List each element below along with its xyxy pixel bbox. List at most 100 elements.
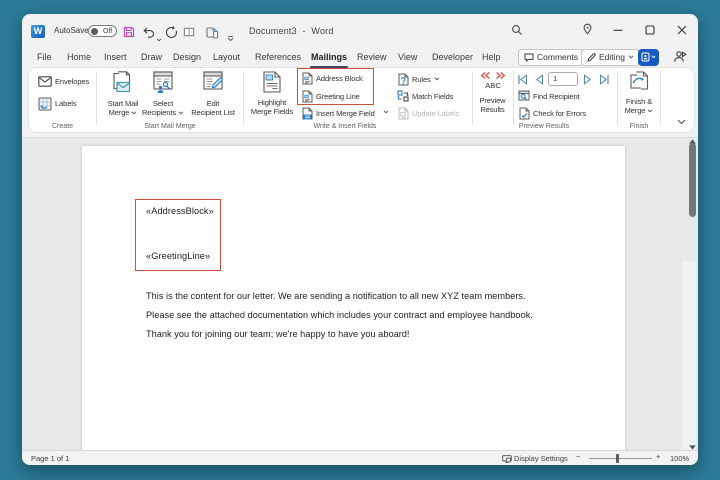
rules-icon <box>398 73 409 86</box>
match-fields-label: Match Fields <box>412 92 453 101</box>
document-title: Document3 - Word <box>249 26 334 36</box>
autosave-toggle[interactable]: Off <box>88 25 117 37</box>
body-paragraph-3[interactable]: Thank you for joining our team; we're ha… <box>146 329 409 339</box>
sync-device-icon[interactable] <box>206 26 219 38</box>
tab-design[interactable]: Design <box>173 49 201 65</box>
tab-developer[interactable]: Developer <box>432 49 473 65</box>
display-settings-label[interactable]: Display Settings <box>514 454 568 463</box>
page-indicator[interactable]: Page 1 of 1 <box>31 454 69 463</box>
next-record-button[interactable] <box>583 73 592 86</box>
preview-results-label-1: Preview <box>465 96 520 105</box>
status-bar: Page 1 of 1 Display Settings − + 100% <box>22 450 698 465</box>
tab-home[interactable]: Home <box>67 49 91 65</box>
update-labels-icon <box>398 107 409 120</box>
greeting-line-button[interactable]: Greeting Line <box>302 89 360 103</box>
qat-overflow-chevron[interactable] <box>227 29 234 47</box>
maximize-button[interactable] <box>644 23 659 38</box>
finish-merge-label-2: Merge <box>625 106 646 115</box>
find-recipient-button[interactable]: Find Recipient <box>518 89 580 103</box>
highlight-merge-fields-label-1: Highlight <box>244 98 300 107</box>
address-block-field[interactable]: «AddressBlock» <box>146 206 214 216</box>
share-button[interactable] <box>638 49 659 66</box>
body-paragraph-1[interactable]: This is the content for our letter. We a… <box>146 291 526 301</box>
pin-icon[interactable] <box>582 23 597 38</box>
address-block-button[interactable]: Address Block <box>302 71 363 85</box>
tab-draw[interactable]: Draw <box>141 49 162 65</box>
greeting-line-label: Greeting Line <box>316 92 360 101</box>
tab-mailings[interactable]: Mailings <box>311 49 347 65</box>
preview-results-label-2: Results <box>465 105 520 114</box>
redo-icon[interactable] <box>165 26 178 38</box>
group-label-write-insert-fields: Write & Insert Fields <box>284 123 406 130</box>
minimize-button[interactable] <box>612 23 627 38</box>
tab-references[interactable]: References <box>255 49 301 65</box>
envelopes-button[interactable]: Envelopes <box>38 73 89 90</box>
insert-merge-field-icon <box>302 107 313 120</box>
tab-review[interactable]: Review <box>357 49 387 65</box>
tab-insert[interactable]: Insert <box>104 49 127 65</box>
scrollbar-thumb[interactable] <box>689 143 696 217</box>
highlight-merge-fields-button[interactable]: Highlight Merge Fields <box>244 71 300 116</box>
start-mail-merge-icon <box>113 71 133 94</box>
find-recipient-icon <box>518 90 530 102</box>
finish-merge-icon <box>630 71 649 92</box>
comments-label: Comments <box>537 52 578 62</box>
match-fields-button[interactable]: Match Fields <box>397 89 453 103</box>
zoom-in-button[interactable]: + <box>656 452 660 461</box>
word-window: W AutoSave Off Document3 - Word <box>22 14 698 465</box>
svg-text:ABC: ABC <box>485 81 501 90</box>
body-paragraph-2[interactable]: Please see the attached documentation wh… <box>146 310 533 320</box>
match-fields-icon <box>397 90 409 102</box>
vertical-scrollbar[interactable] <box>682 261 696 450</box>
save-icon[interactable] <box>123 26 136 38</box>
insert-merge-field-button[interactable]: Insert Merge Field <box>302 106 375 120</box>
rules-button[interactable]: Rules <box>398 72 440 86</box>
chevron-down-icon <box>178 111 184 115</box>
collapse-ribbon-chevron[interactable] <box>677 119 686 125</box>
greeting-line-field[interactable]: «GreetingLine» <box>146 251 210 261</box>
update-labels-button[interactable]: Update Labels <box>398 106 459 120</box>
edit-recipient-list-label-1: Edit <box>185 99 241 108</box>
last-record-button[interactable] <box>599 73 610 86</box>
previous-record-button[interactable] <box>535 73 544 86</box>
ribbon-tab-row: File Home Insert Draw Design Layout Refe… <box>22 46 698 68</box>
labels-icon <box>38 97 52 111</box>
edit-recipient-list-button[interactable]: Edit Recipient List <box>185 71 241 117</box>
chevron-down-icon <box>434 77 440 81</box>
tab-help[interactable]: Help <box>482 49 501 65</box>
tab-file[interactable]: File <box>37 49 52 65</box>
finish-merge-button[interactable]: Finish & Merge <box>611 71 667 115</box>
find-recipient-label: Find Recipient <box>533 92 580 101</box>
editing-label: Editing <box>599 52 625 62</box>
preview-results-button[interactable]: ABC Preview Results <box>465 71 520 114</box>
undo-icon[interactable] <box>142 26 155 38</box>
ribbon: Envelopes Labels Create Start Mail Merge <box>29 68 694 132</box>
autosave-state-label: Off <box>103 28 112 35</box>
highlight-merge-fields-label-2: Merge Fields <box>244 107 300 116</box>
autosave-label: AutoSave <box>54 26 89 35</box>
document-page[interactable]: «AddressBlock» «GreetingLine» This is th… <box>82 146 625 450</box>
display-settings-icon[interactable] <box>502 455 512 465</box>
comments-button[interactable]: Comments <box>518 49 584 66</box>
record-number-input[interactable]: 1 <box>548 72 578 86</box>
presence-people-icon[interactable] <box>673 50 687 68</box>
first-record-button[interactable] <box>517 73 528 86</box>
zoom-level[interactable]: 100% <box>670 454 689 463</box>
zoom-slider-thumb[interactable] <box>616 454 619 463</box>
undo-dropdown-chevron[interactable] <box>156 29 162 47</box>
document-canvas[interactable]: «AddressBlock» «GreetingLine» This is th… <box>22 137 698 450</box>
zoom-slider-track[interactable] <box>589 458 652 459</box>
close-button[interactable] <box>676 23 691 38</box>
search-icon[interactable] <box>511 23 526 38</box>
labels-button[interactable]: Labels <box>38 95 77 112</box>
check-for-errors-icon <box>519 107 530 120</box>
editing-mode-dropdown[interactable]: Editing <box>581 49 640 66</box>
zoom-out-button[interactable]: − <box>576 452 580 461</box>
tab-view[interactable]: View <box>398 49 417 65</box>
read-mode-icon[interactable] <box>183 26 196 38</box>
select-recipients-button[interactable]: Select Recipients <box>135 71 191 117</box>
word-app-icon[interactable]: W <box>31 25 45 38</box>
check-for-errors-button[interactable]: Check for Errors <box>519 106 586 120</box>
tab-layout[interactable]: Layout <box>213 49 240 65</box>
check-for-errors-label: Check for Errors <box>533 109 586 118</box>
